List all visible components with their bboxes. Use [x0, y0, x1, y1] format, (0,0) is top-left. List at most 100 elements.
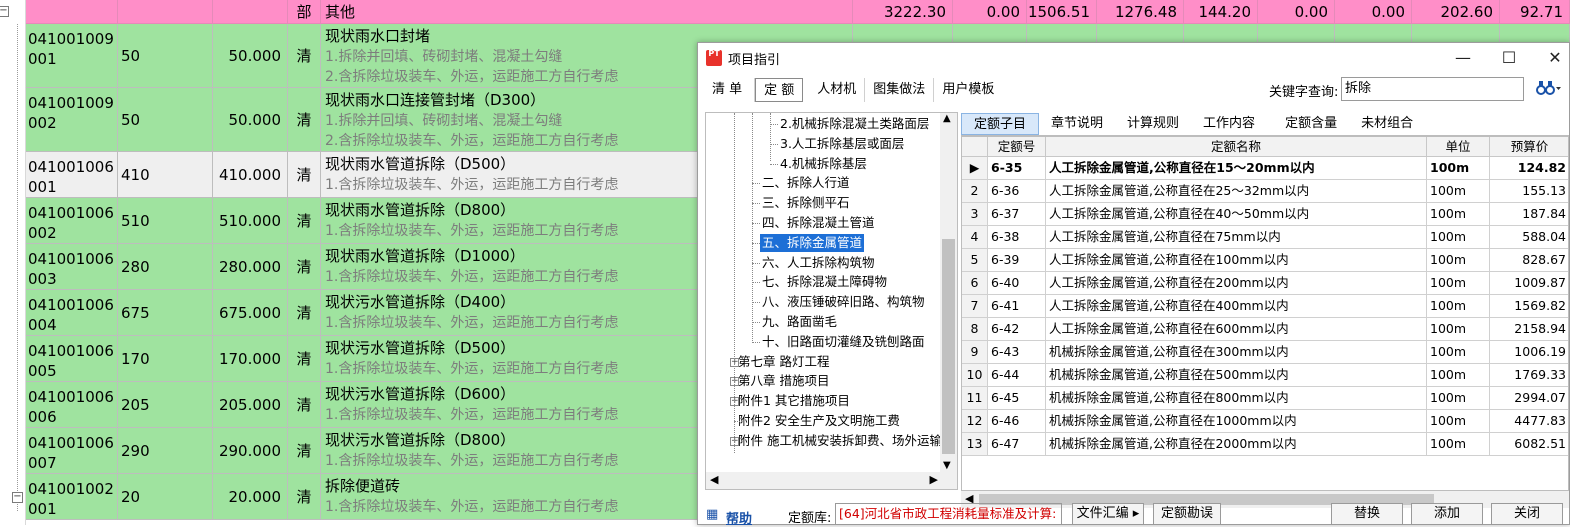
scroll-up-icon[interactable]: ▲ [943, 113, 951, 124]
cell-number[interactable]: 0.00 [1335, 0, 1412, 24]
tree-node[interactable]: 附件1 其它措施项目 [738, 392, 850, 410]
cell-unit[interactable]: 清 [288, 336, 321, 382]
cell-number[interactable]: 1506.51 [1027, 0, 1097, 24]
table-row[interactable]: ▶ 6-35 人工拆除金属管道,公称直径在15～20mm以内 100m 124.82 [962, 157, 1568, 180]
cell-qty[interactable]: 510 [118, 198, 213, 244]
cell-amount[interactable]: 280.000 [213, 244, 288, 290]
cell-qty[interactable]: 170 [118, 336, 213, 382]
help-icon[interactable]: ▦ [706, 507, 718, 522]
tree-node[interactable]: 3.人工拆除基层或面层 [780, 135, 904, 153]
maximize-button[interactable]: ☐ [1497, 47, 1521, 69]
quota-errata-button[interactable]: 定额勘误 [1153, 503, 1221, 525]
table-row[interactable]: 10 6-44 机械拆除金属管道,公称直径在500mm以内 100m 1769.33 [962, 364, 1568, 387]
keyword-input[interactable]: 拆除 [1341, 77, 1524, 101]
table-row[interactable]: 5 6-39 人工拆除金属管道,公称直径在100mm以内 100m 828.67 [962, 249, 1568, 272]
cell-unit[interactable]: 清 [288, 428, 321, 474]
tree-horizontal-scrollbar[interactable]: ◀ ▶ [706, 472, 942, 489]
cell-qty[interactable] [118, 0, 213, 24]
column-header[interactable]: 定额号 [988, 137, 1046, 157]
cell-code[interactable]: 041001009002 [26, 88, 118, 152]
cell-unit[interactable]: 清 [288, 152, 321, 198]
table-row[interactable]: 11 6-45 机械拆除金属管道,公称直径在800mm以内 100m 2994.07 [962, 387, 1568, 410]
collapse-icon[interactable]: − [12, 492, 23, 503]
tree-node[interactable]: 六、人工拆除构筑物 [762, 254, 875, 272]
cell-qty[interactable]: 290 [118, 428, 213, 474]
cell-qty[interactable]: 410 [118, 152, 213, 198]
tree-node[interactable]: 八、液压锤破碎旧路、构筑物 [762, 293, 925, 311]
cell-amount[interactable]: 20.000 [213, 474, 288, 520]
cell-number[interactable]: 92.71 [1500, 0, 1570, 24]
tree-node[interactable]: 七、拆除混凝土障碍物 [762, 273, 887, 291]
cell-qty[interactable]: 50 [118, 88, 213, 152]
column-header[interactable] [962, 137, 988, 157]
tree-vertical-scrollbar[interactable]: ▲ ▼ [940, 113, 957, 489]
tab-quota[interactable]: 定 额 [755, 78, 804, 102]
table-row[interactable]: 3 6-37 人工拆除金属管道,公称直径在40～50mm以内 100m 187.84 [962, 203, 1568, 226]
tree-node[interactable]: 二、拆除人行道 [762, 174, 850, 192]
add-button[interactable]: 添加 [1411, 503, 1483, 525]
table-row[interactable]: 6 6-40 人工拆除金属管道,公称直径在200mm以内 100m 1009.87 [962, 272, 1568, 295]
tree-node[interactable]: 附件 施工机械安装拆卸费、场外运输 [738, 432, 942, 450]
cell-amount[interactable] [213, 0, 288, 24]
tab-chapter-notes[interactable]: 章节说明 [1039, 113, 1115, 135]
scroll-right-icon[interactable]: ▶ [930, 473, 938, 486]
column-header[interactable]: 定额名称 [1046, 137, 1427, 157]
cell-unit[interactable]: 清 [288, 290, 321, 336]
tree-node[interactable]: 第八章 措施项目 [738, 372, 829, 390]
cell-code[interactable]: 041001006001 [26, 152, 118, 198]
cell-code[interactable]: 041001006007 [26, 428, 118, 474]
close-window-button[interactable]: ✕ [1543, 47, 1567, 69]
cell-unit[interactable]: 清 [288, 382, 321, 428]
tree-node[interactable]: 第七章 路灯工程 [738, 353, 829, 371]
tab-user-template[interactable]: 用户模板 [934, 78, 1002, 102]
tree-node[interactable]: 2.机械拆除混凝土类路面层 [780, 115, 929, 133]
cell-code[interactable]: 041001006004 [26, 290, 118, 336]
table-row[interactable]: 2 6-36 人工拆除金属管道,公称直径在25～32mm以内 100m 155.13 [962, 180, 1568, 203]
cell-amount[interactable]: 50.000 [213, 24, 288, 88]
cell-qty[interactable]: 50 [118, 24, 213, 88]
table-row[interactable]: 8 6-42 人工拆除金属管道,公称直径在600mm以内 100m 2158.94 [962, 318, 1568, 341]
cell-amount[interactable]: 170.000 [213, 336, 288, 382]
tab-quota-items[interactable]: 定额子目 [961, 112, 1040, 135]
cell-amount[interactable]: 50.000 [213, 88, 288, 152]
tree-node[interactable]: 十、旧路面切灌缝及铣刨路面 [762, 333, 925, 351]
cell-code[interactable]: 041001006005 [26, 336, 118, 382]
tab-materials[interactable]: 人材机 [809, 78, 866, 102]
tree-node[interactable]: 4.机械拆除基层 [780, 155, 867, 173]
cell-amount[interactable]: 290.000 [213, 428, 288, 474]
cell-qty[interactable]: 280 [118, 244, 213, 290]
tab-atlas[interactable]: 图集做法 [865, 78, 935, 102]
tree-node[interactable]: 三、拆除侧平石 [762, 194, 850, 212]
cell-amount[interactable]: 205.000 [213, 382, 288, 428]
scroll-down-icon[interactable]: ▼ [943, 460, 951, 471]
cell-number[interactable]: 0.00 [953, 0, 1027, 24]
tab-material-combo[interactable]: 未材组合 [1349, 113, 1425, 135]
cell-qty[interactable]: 20 [118, 474, 213, 520]
cell-amount[interactable]: 510.000 [213, 198, 288, 244]
cell-qty[interactable]: 675 [118, 290, 213, 336]
tab-work-content[interactable]: 工作内容 [1191, 113, 1267, 135]
tree-node[interactable]: 五、拆除金属管道 [760, 233, 865, 252]
minimize-button[interactable]: — [1451, 47, 1475, 69]
cell-code[interactable]: 041001009001 [26, 24, 118, 88]
section-row[interactable]: 部其他 3222.30 0.00 1506.51 1276.48 144.20 0.00 0.… [26, 0, 1570, 24]
table-row[interactable]: 13 6-47 机械拆除金属管道,公称直径在2000mm以内 100m 6082.51 [962, 433, 1568, 456]
cell-number[interactable]: 144.20 [1184, 0, 1258, 24]
tree-node[interactable]: 四、拆除混凝土管道 [762, 214, 875, 232]
scroll-left-icon[interactable]: ◀ [710, 473, 718, 486]
column-header[interactable]: 单位 [1427, 137, 1490, 157]
cell-amount[interactable]: 410.000 [213, 152, 288, 198]
cell-number[interactable]: 202.60 [1412, 0, 1500, 24]
table-row[interactable]: 12 6-46 机械拆除金属管道,公称直径在1000mm以内 100m 4477.83 [962, 410, 1568, 433]
cell-number[interactable]: 0.00 [1258, 0, 1335, 24]
cell-unit[interactable]: 清 [288, 474, 321, 520]
cell-unit[interactable]: 清 [288, 24, 321, 88]
cell-code[interactable]: 041001006006 [26, 382, 118, 428]
cell-code[interactable] [26, 0, 118, 24]
cell-number[interactable]: 1276.48 [1097, 0, 1184, 24]
help-link[interactable]: 帮助 [726, 508, 752, 527]
tab-list[interactable]: 清 单 [704, 78, 756, 102]
cell-desc[interactable]: 其他 [321, 0, 853, 24]
binoculars-icon[interactable] [1536, 80, 1562, 100]
table-row[interactable]: 9 6-43 机械拆除金属管道,公称直径在300mm以内 100m 1006.19 [962, 341, 1568, 364]
